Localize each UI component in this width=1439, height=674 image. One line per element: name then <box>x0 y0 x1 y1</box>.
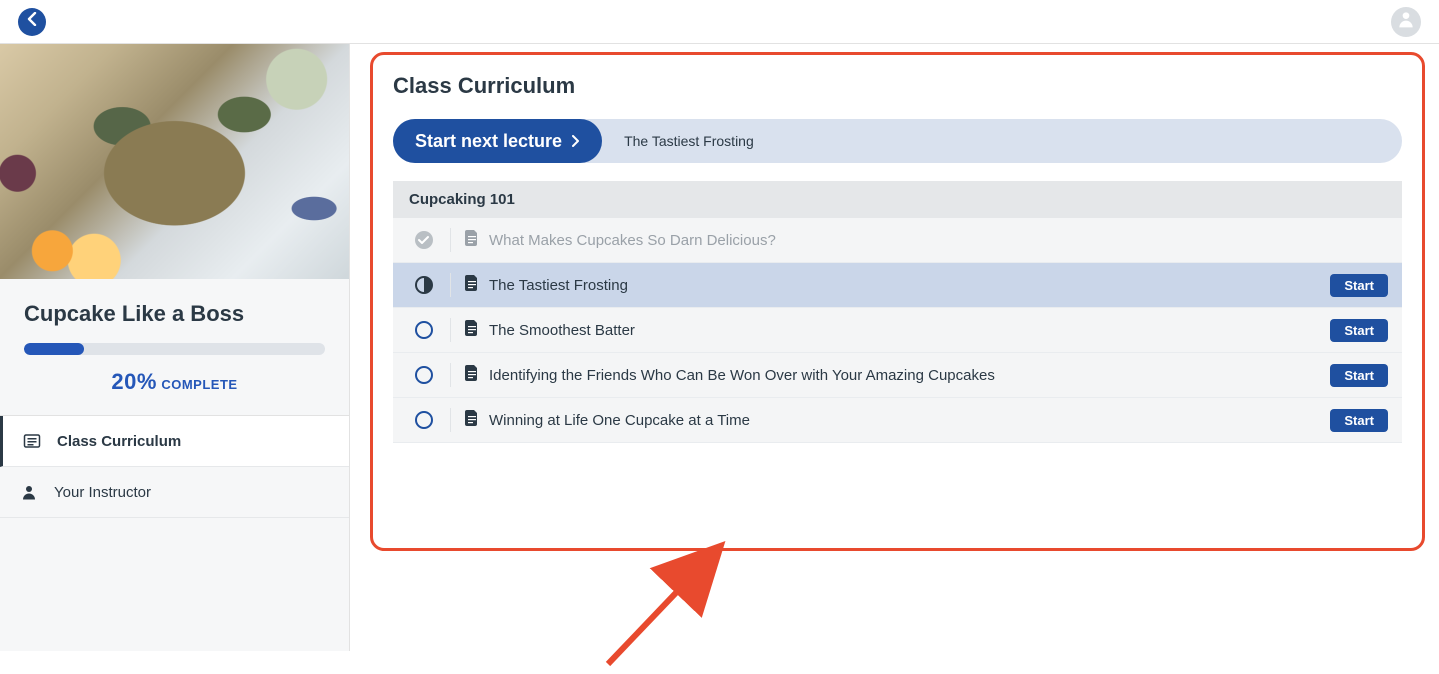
sidebar-item-instructor[interactable]: Your Instructor <box>0 467 349 518</box>
lesson-row[interactable]: What Makes Cupcakes So Darn Delicious? <box>393 218 1402 263</box>
start-button[interactable]: Start <box>1330 409 1388 432</box>
status-icon <box>407 363 451 387</box>
user-icon <box>1396 9 1416 34</box>
document-icon <box>465 320 479 341</box>
course-hero-image <box>0 44 349 279</box>
list-icon <box>23 432 43 450</box>
lesson-title: Winning at Life One Cupcake at a Time <box>489 412 1330 429</box>
lesson-row[interactable]: Identifying the Friends Who Can Be Won O… <box>393 353 1402 398</box>
status-icon <box>407 318 451 342</box>
course-title: Cupcake Like a Boss <box>24 301 325 327</box>
document-icon <box>465 230 479 251</box>
progress-percent: 20% <box>111 369 157 394</box>
main: Class Curriculum Start next lecture The … <box>350 44 1439 651</box>
sidebar: Cupcake Like a Boss 20% COMPLETE Class C… <box>0 44 350 651</box>
document-icon <box>465 275 479 296</box>
next-lecture-bar: Start next lecture The Tastiest Frosting <box>393 119 1402 163</box>
lesson-row[interactable]: The Tastiest FrostingStart <box>393 263 1402 308</box>
progress-word: COMPLETE <box>161 377 237 392</box>
start-next-label: Start next lecture <box>415 131 562 152</box>
start-button[interactable]: Start <box>1330 319 1388 342</box>
section-title: Cupcaking 101 <box>393 181 1402 218</box>
status-icon <box>407 273 451 297</box>
start-button[interactable]: Start <box>1330 274 1388 297</box>
avatar[interactable] <box>1391 7 1421 37</box>
topbar <box>0 0 1439 44</box>
annotation-arrow-icon <box>598 534 738 674</box>
lesson-title: The Smoothest Batter <box>489 322 1330 339</box>
panel-heading: Class Curriculum <box>393 73 1402 99</box>
lesson-title: Identifying the Friends Who Can Be Won O… <box>489 367 1330 384</box>
lesson-row[interactable]: Winning at Life One Cupcake at a TimeSta… <box>393 398 1402 443</box>
user-icon <box>20 483 40 501</box>
document-icon <box>465 410 479 431</box>
status-icon <box>407 228 451 252</box>
lesson-row[interactable]: The Smoothest BatterStart <box>393 308 1402 353</box>
lesson-title: The Tastiest Frosting <box>489 277 1330 294</box>
sidebar-item-label: Class Curriculum <box>57 433 181 450</box>
start-button[interactable]: Start <box>1330 364 1388 387</box>
status-icon <box>407 408 451 432</box>
start-next-lecture-button[interactable]: Start next lecture <box>393 119 602 163</box>
sidebar-item-curriculum[interactable]: Class Curriculum <box>0 416 349 467</box>
chevron-right-icon <box>572 131 580 152</box>
document-icon <box>465 365 479 386</box>
lesson-title: What Makes Cupcakes So Darn Delicious? <box>489 232 1388 249</box>
next-lecture-title: The Tastiest Frosting <box>624 133 754 149</box>
progress-fill <box>24 343 84 355</box>
chevron-left-icon <box>27 12 37 31</box>
curriculum-panel: Class Curriculum Start next lecture The … <box>370 52 1425 551</box>
progress-bar <box>24 343 325 355</box>
back-button[interactable] <box>18 8 46 36</box>
sidebar-item-label: Your Instructor <box>54 484 151 501</box>
progress-label: 20% COMPLETE <box>24 369 325 395</box>
course-meta: Cupcake Like a Boss 20% COMPLETE <box>0 279 349 416</box>
